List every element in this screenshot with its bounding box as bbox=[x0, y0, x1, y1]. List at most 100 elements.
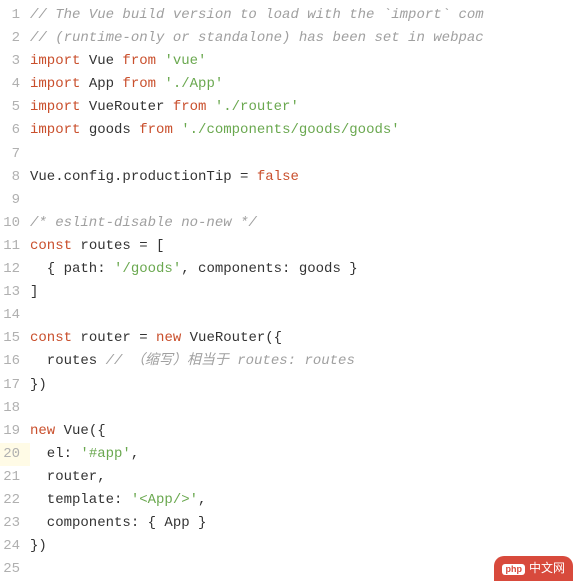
code-content: import VueRouter from './router' bbox=[30, 96, 299, 119]
code-content: import Vue from 'vue' bbox=[30, 50, 206, 73]
token: import bbox=[30, 53, 89, 69]
token: false bbox=[257, 169, 299, 185]
line-number: 6 bbox=[0, 119, 30, 142]
line-number: 14 bbox=[0, 304, 30, 327]
line-number: 13 bbox=[0, 281, 30, 304]
line-number: 3 bbox=[0, 50, 30, 73]
token: const bbox=[30, 238, 80, 254]
code-line: 3import Vue from 'vue' bbox=[0, 50, 579, 73]
code-line: 11const routes = [ bbox=[0, 235, 579, 258]
code-content: template: '<App/>', bbox=[30, 489, 206, 512]
code-content: new Vue({ bbox=[30, 420, 106, 443]
watermark-text: 中文网 bbox=[529, 559, 565, 579]
line-number: 19 bbox=[0, 420, 30, 443]
code-line: 24}) bbox=[0, 535, 579, 558]
token: './App' bbox=[164, 76, 223, 92]
token: const bbox=[30, 330, 80, 346]
token: components: { App } bbox=[30, 515, 206, 531]
line-number: 8 bbox=[0, 166, 30, 189]
code-content: import App from './App' bbox=[30, 73, 223, 96]
token: }) bbox=[30, 538, 47, 554]
line-number: 4 bbox=[0, 73, 30, 96]
token: App bbox=[89, 76, 123, 92]
line-number: 10 bbox=[0, 212, 30, 235]
code-line: 4import App from './App' bbox=[0, 73, 579, 96]
token: '#app' bbox=[80, 446, 130, 462]
line-number: 5 bbox=[0, 96, 30, 119]
token: el: bbox=[30, 446, 80, 462]
token: routes bbox=[30, 353, 106, 369]
line-number: 18 bbox=[0, 397, 30, 420]
line-number: 15 bbox=[0, 327, 30, 350]
line-number: 24 bbox=[0, 535, 30, 558]
token: goods bbox=[89, 122, 139, 138]
code-content: ] bbox=[30, 281, 38, 304]
token: , components: goods } bbox=[181, 261, 357, 277]
line-number: 2 bbox=[0, 27, 30, 50]
code-line: 25 bbox=[0, 558, 579, 581]
code-content: components: { App } bbox=[30, 512, 206, 535]
code-content: }) bbox=[30, 374, 47, 397]
line-number: 25 bbox=[0, 558, 30, 581]
token: = bbox=[139, 330, 156, 346]
code-content: // The Vue build version to load with th… bbox=[30, 4, 484, 27]
code-line: 13] bbox=[0, 281, 579, 304]
code-content: // (runtime-only or standalone) has been… bbox=[30, 27, 484, 50]
line-number: 23 bbox=[0, 512, 30, 535]
code-content: el: '#app', bbox=[30, 443, 139, 466]
line-number: 16 bbox=[0, 350, 30, 373]
token: template: bbox=[30, 492, 131, 508]
code-line: 9 bbox=[0, 189, 579, 212]
line-number: 1 bbox=[0, 4, 30, 27]
code-line: 6import goods from './components/goods/g… bbox=[0, 119, 579, 142]
token: VueRouter({ bbox=[190, 330, 282, 346]
code-line: 20 el: '#app', bbox=[0, 443, 579, 466]
token: , bbox=[198, 492, 206, 508]
line-number: 7 bbox=[0, 143, 30, 166]
code-line: 14 bbox=[0, 304, 579, 327]
token: // The Vue build version to load with th… bbox=[30, 7, 484, 23]
line-number: 9 bbox=[0, 189, 30, 212]
code-line: 16 routes // （缩写）相当于 routes: routes bbox=[0, 350, 579, 373]
code-line: 22 template: '<App/>', bbox=[0, 489, 579, 512]
token: from bbox=[139, 122, 181, 138]
token: from bbox=[173, 99, 215, 115]
token: = bbox=[240, 169, 257, 185]
token: { path: bbox=[30, 261, 114, 277]
code-editor: 1// The Vue build version to load with t… bbox=[0, 4, 579, 581]
token: = [ bbox=[139, 238, 164, 254]
token: from bbox=[122, 53, 164, 69]
code-line: 7 bbox=[0, 143, 579, 166]
code-content: router, bbox=[30, 466, 106, 489]
code-line: 17}) bbox=[0, 374, 579, 397]
code-content: /* eslint-disable no-new */ bbox=[30, 212, 257, 235]
code-content: routes // （缩写）相当于 routes: routes bbox=[30, 350, 355, 373]
code-content: const routes = [ bbox=[30, 235, 164, 258]
code-content: const router = new VueRouter({ bbox=[30, 327, 282, 350]
token: import bbox=[30, 76, 89, 92]
token: Vue({ bbox=[64, 423, 106, 439]
line-number: 12 bbox=[0, 258, 30, 281]
token: routes bbox=[80, 238, 139, 254]
token: VueRouter bbox=[89, 99, 173, 115]
token: '/goods' bbox=[114, 261, 181, 277]
code-content: { path: '/goods', components: goods } bbox=[30, 258, 358, 281]
token: Vue.config.productionTip bbox=[30, 169, 240, 185]
token: import bbox=[30, 99, 89, 115]
token: 'vue' bbox=[164, 53, 206, 69]
token: './router' bbox=[215, 99, 299, 115]
code-line: 1// The Vue build version to load with t… bbox=[0, 4, 579, 27]
code-line: 5import VueRouter from './router' bbox=[0, 96, 579, 119]
code-content: }) bbox=[30, 535, 47, 558]
code-line: 8Vue.config.productionTip = false bbox=[0, 166, 579, 189]
line-number: 21 bbox=[0, 466, 30, 489]
code-line: 12 { path: '/goods', components: goods } bbox=[0, 258, 579, 281]
token: // （缩写）相当于 routes: routes bbox=[106, 353, 355, 369]
watermark-icon: php bbox=[502, 564, 525, 575]
token: Vue bbox=[89, 53, 123, 69]
token: , bbox=[131, 446, 139, 462]
code-line: 21 router, bbox=[0, 466, 579, 489]
code-content: Vue.config.productionTip = false bbox=[30, 166, 299, 189]
token: /* eslint-disable no-new */ bbox=[30, 215, 257, 231]
token: new bbox=[30, 423, 64, 439]
